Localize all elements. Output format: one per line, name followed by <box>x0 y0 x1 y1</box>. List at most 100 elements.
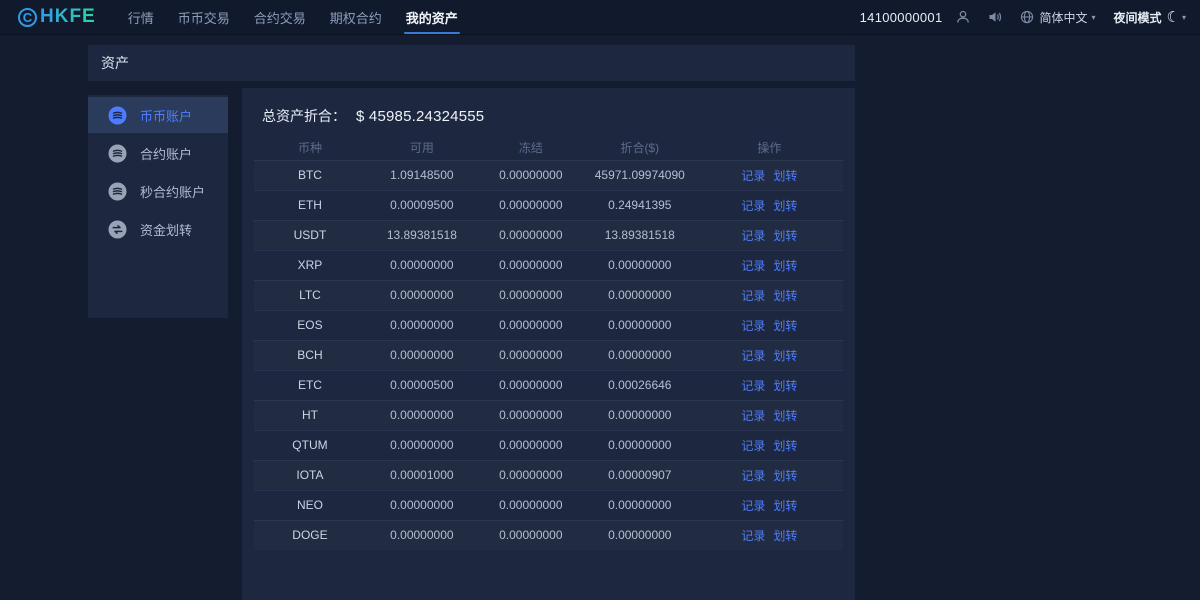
header-converted: 折合($) <box>584 136 696 160</box>
table-row: XRP0.000000000.000000000.00000000记录划转 <box>254 250 843 280</box>
language-selector[interactable]: 简体中文 ▾ <box>1020 9 1095 26</box>
transfer-link[interactable]: 划转 <box>773 409 797 423</box>
coin-cell: ETH <box>254 190 366 220</box>
actions-cell: 记录划转 <box>696 400 843 430</box>
available-cell: 0.00000000 <box>366 400 478 430</box>
frozen-cell: 0.00000000 <box>478 190 584 220</box>
converted-cell: 0.00026646 <box>584 370 696 400</box>
sidebar-item-label: 合约账户 <box>140 144 192 163</box>
record-link[interactable]: 记录 <box>741 409 765 423</box>
language-label: 简体中文 <box>1039 9 1087 26</box>
chevron-down-icon: ▾ <box>1092 13 1096 22</box>
converted-cell: 0.00000000 <box>584 490 696 520</box>
sidebar-item-spot-account[interactable]: 币币账户 <box>88 97 228 133</box>
actions-cell: 记录划转 <box>696 220 843 250</box>
sidebar-item-label: 秒合约账户 <box>140 182 205 201</box>
sidebar-item-label: 币币账户 <box>140 106 192 125</box>
record-link[interactable]: 记录 <box>741 319 765 333</box>
nav-item-label: 币币交易 <box>178 8 230 27</box>
coin-cell: DOGE <box>254 520 366 550</box>
nav-item-spot-trade[interactable]: 币币交易 <box>170 0 238 34</box>
record-link[interactable]: 记录 <box>741 349 765 363</box>
actions-cell: 记录划转 <box>696 520 843 550</box>
active-tab-underline <box>404 32 460 34</box>
transfer-link[interactable]: 划转 <box>773 319 797 333</box>
coin-cell: IOTA <box>254 460 366 490</box>
night-mode-toggle[interactable]: 夜间模式 ☾ ▾ <box>1114 8 1186 26</box>
coin-cell: LTC <box>254 280 366 310</box>
table-row: ETH0.000095000.000000000.24941395记录划转 <box>254 190 843 220</box>
transfer-link[interactable]: 划转 <box>773 229 797 243</box>
coin-cell: BCH <box>254 340 366 370</box>
sidebar-item-fund-transfer[interactable]: 资金划转 <box>88 211 228 247</box>
converted-cell: 0.00000000 <box>584 340 696 370</box>
account-sidebar: 币币账户 合约账户 秒合约账户 资金划转 <box>88 95 228 318</box>
nav-item-label: 我的资产 <box>406 8 458 27</box>
header-frozen: 冻结 <box>478 136 584 160</box>
main-nav: 行情 币币交易 合约交易 期权合约 我的资产 <box>120 0 474 34</box>
transfer-link[interactable]: 划转 <box>773 349 797 363</box>
assets-panel: 总资产折合： $ 45985.24324555 币种 可用 冻结 折合($) 操… <box>242 88 855 600</box>
brand-logo-icon: C <box>18 8 37 27</box>
converted-cell: 13.89381518 <box>584 220 696 250</box>
speaker-icon[interactable] <box>984 6 1006 28</box>
record-link[interactable]: 记录 <box>741 229 765 243</box>
table-row: BCH0.000000000.000000000.00000000记录划转 <box>254 340 843 370</box>
transfer-link[interactable]: 划转 <box>773 379 797 393</box>
record-link[interactable]: 记录 <box>741 169 765 183</box>
coin-cell: ETC <box>254 370 366 400</box>
actions-cell: 记录划转 <box>696 160 843 190</box>
available-cell: 0.00000000 <box>366 310 478 340</box>
sidebar-item-second-contract-account[interactable]: 秒合约账户 <box>88 173 228 209</box>
nav-item-contract-trade[interactable]: 合约交易 <box>246 0 314 34</box>
table-row: QTUM0.000000000.000000000.00000000记录划转 <box>254 430 843 460</box>
converted-cell: 0.00000000 <box>584 400 696 430</box>
sidebar-item-contract-account[interactable]: 合约账户 <box>88 135 228 171</box>
record-link[interactable]: 记录 <box>741 379 765 393</box>
available-cell: 0.00000000 <box>366 280 478 310</box>
contract-account-icon <box>108 144 127 163</box>
record-link[interactable]: 记录 <box>741 259 765 273</box>
actions-cell: 记录划转 <box>696 340 843 370</box>
night-mode-label: 夜间模式 <box>1114 9 1162 26</box>
record-link[interactable]: 记录 <box>741 289 765 303</box>
page-title: 资产 <box>101 53 129 73</box>
nav-item-my-assets[interactable]: 我的资产 <box>398 0 466 34</box>
table-row: HT0.000000000.000000000.00000000记录划转 <box>254 400 843 430</box>
record-link[interactable]: 记录 <box>741 529 765 543</box>
globe-icon <box>1020 10 1034 24</box>
table-row: NEO0.000000000.000000000.00000000记录划转 <box>254 490 843 520</box>
frozen-cell: 0.00000000 <box>478 250 584 280</box>
record-link[interactable]: 记录 <box>741 499 765 513</box>
transfer-link[interactable]: 划转 <box>773 529 797 543</box>
transfer-link[interactable]: 划转 <box>773 289 797 303</box>
header-coin: 币种 <box>254 136 366 160</box>
available-cell: 0.00000000 <box>366 520 478 550</box>
transfer-link[interactable]: 划转 <box>773 169 797 183</box>
coin-cell: EOS <box>254 310 366 340</box>
transfer-link[interactable]: 划转 <box>773 259 797 273</box>
nav-item-options-contract[interactable]: 期权合约 <box>322 0 390 34</box>
fund-transfer-icon <box>108 220 127 239</box>
converted-cell: 0.00000000 <box>584 520 696 550</box>
available-cell: 0.00009500 <box>366 190 478 220</box>
transfer-link[interactable]: 划转 <box>773 499 797 513</box>
record-link[interactable]: 记录 <box>741 199 765 213</box>
record-link[interactable]: 记录 <box>741 439 765 453</box>
brand-logo[interactable]: C HKFE <box>18 6 96 28</box>
nav-item-market[interactable]: 行情 <box>120 0 162 34</box>
coin-cell: USDT <box>254 220 366 250</box>
actions-cell: 记录划转 <box>696 460 843 490</box>
converted-cell: 0.00000000 <box>584 250 696 280</box>
transfer-link[interactable]: 划转 <box>773 469 797 483</box>
frozen-cell: 0.00000000 <box>478 370 584 400</box>
transfer-link[interactable]: 划转 <box>773 439 797 453</box>
moon-icon: ☾ <box>1167 8 1180 26</box>
transfer-link[interactable]: 划转 <box>773 199 797 213</box>
actions-cell: 记录划转 <box>696 310 843 340</box>
user-icon[interactable] <box>952 6 974 28</box>
sidebar-item-label: 资金划转 <box>140 220 192 239</box>
frozen-cell: 0.00000000 <box>478 220 584 250</box>
total-assets-value: $ 45985.24324555 <box>356 108 484 125</box>
record-link[interactable]: 记录 <box>741 469 765 483</box>
